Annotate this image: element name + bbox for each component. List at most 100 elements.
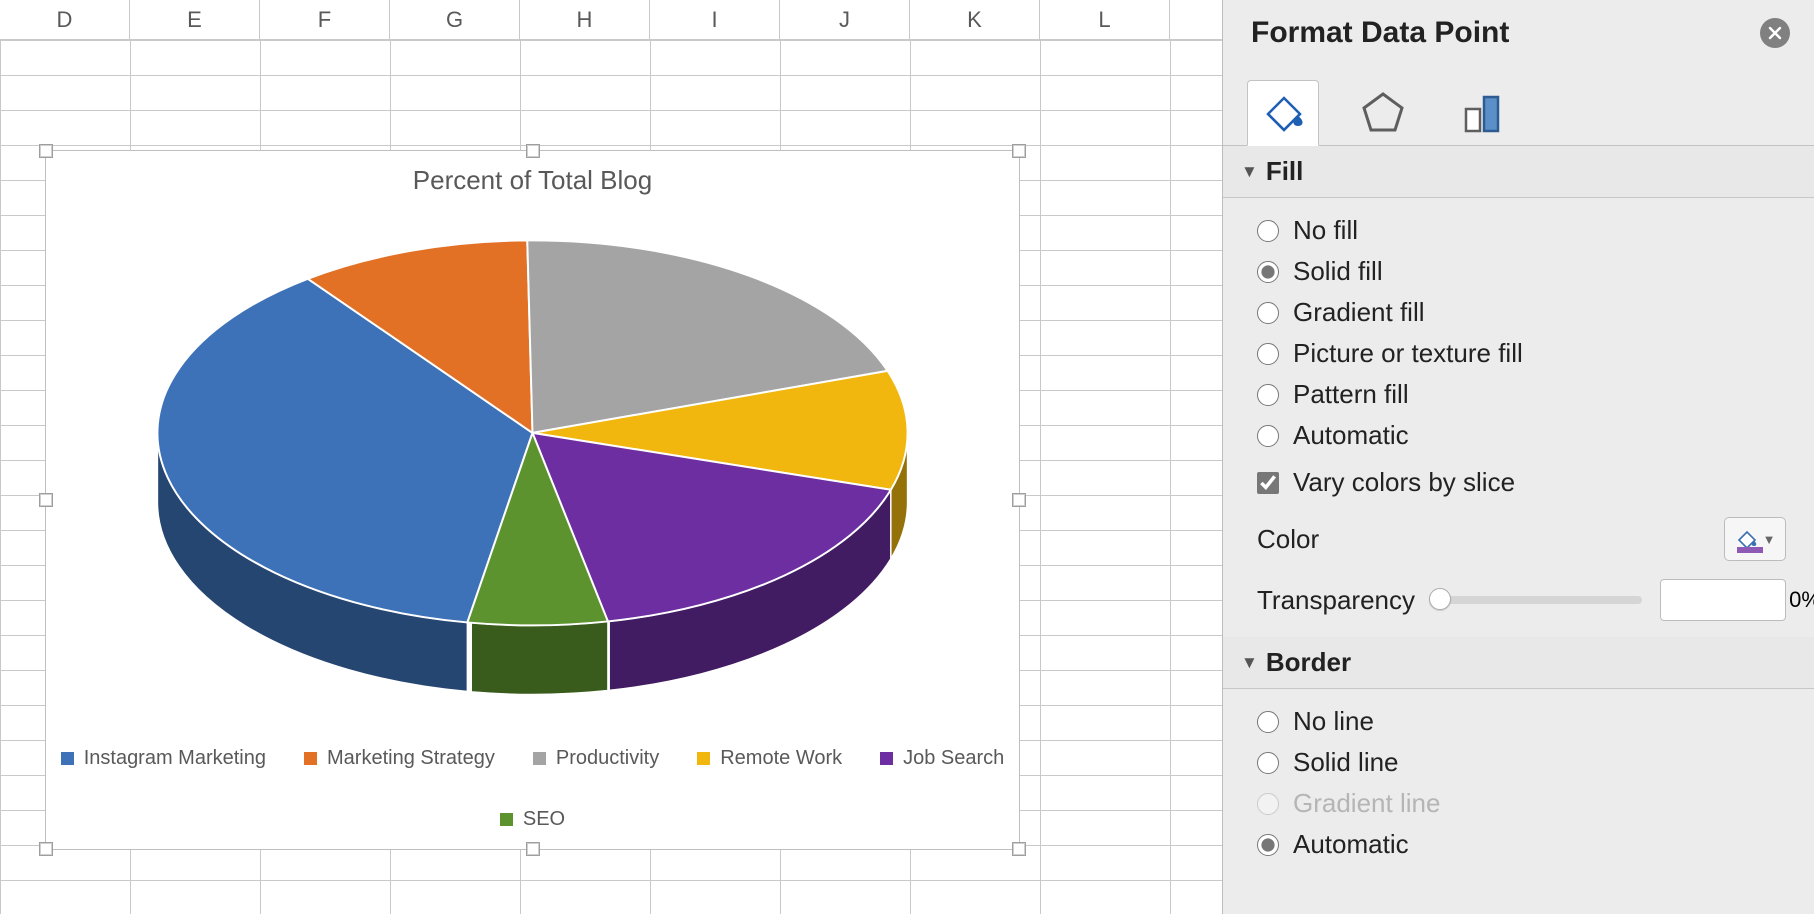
- panel-header: Format Data Point: [1223, 0, 1814, 66]
- slider-thumb[interactable]: [1429, 588, 1451, 610]
- legend-item[interactable]: Productivity: [533, 747, 659, 770]
- format-panel: Format Data Point ▼ Fill: [1222, 0, 1814, 914]
- transparency-label: Transparency: [1257, 585, 1415, 616]
- checkbox-vary-colors[interactable]: [1257, 472, 1279, 494]
- border-section-body: No line Solid line Gradient line Automat…: [1223, 689, 1814, 879]
- chevron-down-icon: ▼: [1241, 162, 1258, 182]
- pie-chart[interactable]: [86, 196, 979, 729]
- radio-gradient-line: [1257, 793, 1279, 815]
- border-option-no-line[interactable]: No line: [1257, 701, 1786, 742]
- option-label: Vary colors by slice: [1293, 467, 1515, 498]
- chart-object[interactable]: Percent of Total Blog Instagram Marketin…: [45, 150, 1020, 850]
- color-label: Color: [1257, 524, 1319, 555]
- bar-chart-icon: [1460, 89, 1506, 135]
- close-icon: [1768, 26, 1782, 40]
- resize-handle[interactable]: [39, 493, 53, 507]
- column-header[interactable]: J: [780, 0, 910, 40]
- chart-title[interactable]: Percent of Total Blog: [46, 165, 1019, 196]
- option-label: Gradient fill: [1293, 297, 1425, 328]
- resize-handle[interactable]: [1012, 144, 1026, 158]
- legend-label: Productivity: [556, 747, 659, 770]
- legend-label: Marketing Strategy: [327, 747, 495, 770]
- radio-no-line[interactable]: [1257, 711, 1279, 733]
- legend-label: Remote Work: [720, 747, 842, 770]
- legend-label: Job Search: [903, 747, 1004, 770]
- fill-option-vary-colors[interactable]: Vary colors by slice: [1257, 462, 1786, 503]
- color-picker-button[interactable]: ▼: [1724, 517, 1786, 561]
- radio-automatic-border[interactable]: [1257, 834, 1279, 856]
- tab-series-options[interactable]: [1447, 79, 1519, 145]
- border-option-solid-line[interactable]: Solid line: [1257, 742, 1786, 783]
- column-headers: DEFGHIJKL: [0, 0, 1222, 40]
- color-swatch-indicator: [1737, 547, 1763, 553]
- resize-handle[interactable]: [39, 842, 53, 856]
- fill-option-gradient-fill[interactable]: Gradient fill: [1257, 292, 1786, 333]
- option-label: Solid fill: [1293, 256, 1383, 287]
- option-label: Solid line: [1293, 747, 1399, 778]
- radio-automatic-fill[interactable]: [1257, 425, 1279, 447]
- option-label: Gradient line: [1293, 788, 1440, 819]
- resize-handle[interactable]: [1012, 842, 1026, 856]
- resize-handle[interactable]: [1012, 493, 1026, 507]
- fill-header-label: Fill: [1266, 156, 1304, 187]
- spreadsheet-grid[interactable]: DEFGHIJKL Percent of Total Blog Instagra…: [0, 0, 1222, 914]
- column-header[interactable]: D: [0, 0, 130, 40]
- column-header[interactable]: G: [390, 0, 520, 40]
- legend-label: SEO: [523, 808, 565, 831]
- radio-gradient-fill[interactable]: [1257, 302, 1279, 324]
- chevron-down-icon: ▼: [1241, 653, 1258, 673]
- legend-swatch: [533, 752, 546, 765]
- chart-legend[interactable]: Instagram Marketing Marketing Strategy Pro…: [46, 747, 1019, 831]
- transparency-slider[interactable]: [1433, 596, 1642, 604]
- radio-picture-fill[interactable]: [1257, 343, 1279, 365]
- border-option-gradient-line: Gradient line: [1257, 783, 1786, 824]
- fill-option-solid-fill[interactable]: Solid fill: [1257, 251, 1786, 292]
- legend-item[interactable]: Job Search: [880, 747, 1004, 770]
- legend-item[interactable]: Instagram Marketing: [61, 747, 266, 770]
- fill-section-body: No fill Solid fill Gradient fill Picture…: [1223, 198, 1814, 637]
- legend-swatch: [61, 752, 74, 765]
- column-header[interactable]: H: [520, 0, 650, 40]
- border-option-automatic[interactable]: Automatic: [1257, 824, 1786, 865]
- resize-handle[interactable]: [39, 144, 53, 158]
- close-button[interactable]: [1760, 18, 1790, 48]
- legend-item[interactable]: SEO: [500, 808, 565, 831]
- paint-bucket-icon: [1260, 90, 1306, 136]
- option-label: Automatic: [1293, 420, 1409, 451]
- legend-swatch: [500, 813, 513, 826]
- column-header[interactable]: E: [130, 0, 260, 40]
- legend-swatch: [880, 752, 893, 765]
- column-header[interactable]: K: [910, 0, 1040, 40]
- fill-option-pattern-fill[interactable]: Pattern fill: [1257, 374, 1786, 415]
- border-header-label: Border: [1266, 647, 1351, 678]
- option-label: Pattern fill: [1293, 379, 1409, 410]
- border-section-header[interactable]: ▼ Border: [1223, 637, 1814, 689]
- radio-solid-line[interactable]: [1257, 752, 1279, 774]
- fill-section-header[interactable]: ▼ Fill: [1223, 146, 1814, 198]
- resize-handle[interactable]: [526, 842, 540, 856]
- column-header[interactable]: I: [650, 0, 780, 40]
- fill-option-no-fill[interactable]: No fill: [1257, 210, 1786, 251]
- column-header[interactable]: L: [1040, 0, 1170, 40]
- fill-option-picture-fill[interactable]: Picture or texture fill: [1257, 333, 1786, 374]
- legend-label: Instagram Marketing: [84, 747, 266, 770]
- radio-no-fill[interactable]: [1257, 220, 1279, 242]
- pentagon-icon: [1360, 89, 1406, 135]
- radio-solid-fill[interactable]: [1257, 261, 1279, 283]
- tab-effects[interactable]: [1347, 79, 1419, 145]
- legend-item[interactable]: Marketing Strategy: [304, 747, 495, 770]
- chevron-down-icon: ▼: [1763, 532, 1776, 547]
- option-label: Picture or texture fill: [1293, 338, 1523, 369]
- legend-item[interactable]: Remote Work: [697, 747, 842, 770]
- fill-option-automatic[interactable]: Automatic: [1257, 415, 1786, 456]
- radio-pattern-fill[interactable]: [1257, 384, 1279, 406]
- column-header[interactable]: F: [260, 0, 390, 40]
- panel-title: Format Data Point: [1251, 16, 1509, 50]
- resize-handle[interactable]: [526, 144, 540, 158]
- option-label: No fill: [1293, 215, 1358, 246]
- tab-fill-and-line[interactable]: [1247, 80, 1319, 146]
- transparency-stepper[interactable]: ▲ ▼: [1660, 579, 1786, 621]
- legend-swatch: [697, 752, 710, 765]
- transparency-input[interactable]: [1661, 587, 1814, 613]
- panel-tabs: [1223, 66, 1814, 146]
